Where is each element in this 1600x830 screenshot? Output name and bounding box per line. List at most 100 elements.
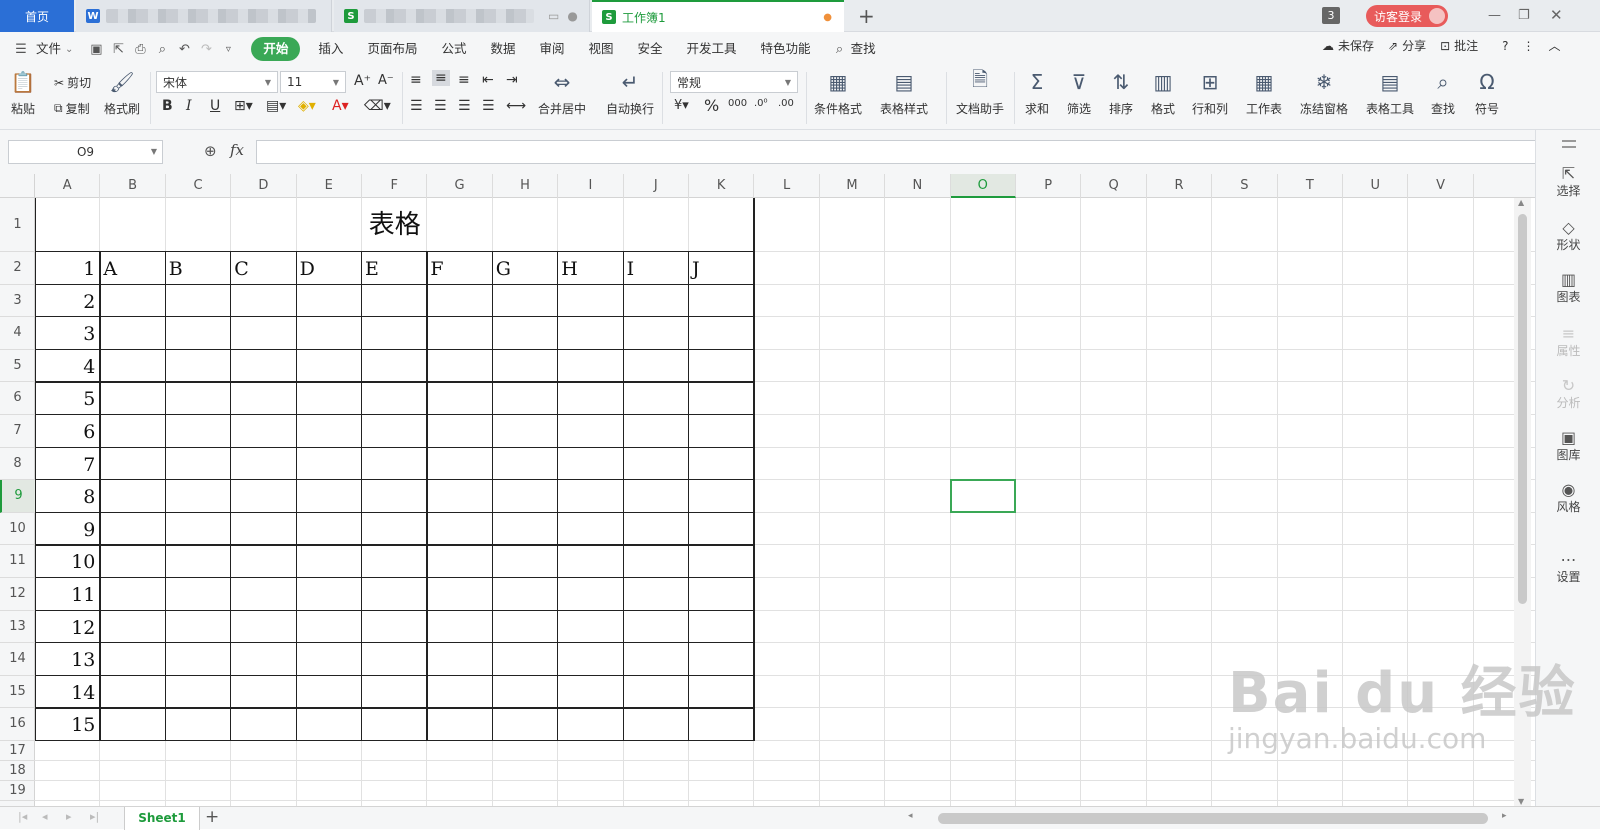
merge-center-button[interactable]: ⇔ 合并居中	[538, 70, 586, 117]
cloud-icon[interactable]: ☁	[1322, 39, 1334, 53]
collapse-ribbon-icon[interactable]: ︿	[1549, 37, 1561, 54]
column-header-P[interactable]: P	[1016, 174, 1082, 198]
conditional-format-button[interactable]: ▦ 条件格式	[814, 70, 862, 117]
scroll-left-icon[interactable]: ◂	[908, 811, 913, 821]
menu-search[interactable]: 查找	[851, 37, 876, 61]
redo-icon[interactable]: ↷	[197, 40, 215, 58]
column-header-H[interactable]: H	[493, 174, 559, 198]
number-cell[interactable]: 15	[35, 714, 95, 736]
justify-icon[interactable]: ☰	[482, 98, 495, 114]
row-header-1[interactable]: 1	[0, 198, 35, 252]
border-icon[interactable]: ⊞▾	[234, 98, 253, 114]
column-header-V[interactable]: V	[1408, 174, 1474, 198]
number-cell[interactable]: 1	[35, 258, 95, 280]
row-header-12[interactable]: 12	[0, 578, 35, 611]
row-header-13[interactable]: 13	[0, 611, 35, 644]
number-cell[interactable]: 9	[35, 519, 95, 541]
doc-assistant-button[interactable]: 🗎 文档助手	[956, 67, 1004, 117]
font-color-icon[interactable]: A▾	[332, 98, 349, 114]
row-header-6[interactable]: 6	[0, 382, 35, 415]
table-tools-button[interactable]: ▤ 表格工具	[1366, 70, 1414, 117]
hamburger-menu-icon[interactable]: ☰	[12, 40, 30, 58]
row-header-19[interactable]: 19	[0, 781, 35, 801]
new-tab-plus-icon[interactable]: +	[858, 4, 875, 28]
drag-handle-icon[interactable]	[1562, 146, 1576, 148]
number-cell[interactable]: 7	[35, 454, 95, 476]
fill-color-icon[interactable]: ◈▾	[298, 98, 316, 114]
sidebar-item-cursor[interactable]: ⇱ 选择	[1536, 164, 1600, 199]
horizontal-scroll-thumb[interactable]	[938, 813, 1488, 824]
number-cell[interactable]: 14	[35, 682, 95, 704]
export-icon[interactable]: ⇱	[109, 40, 127, 58]
indent-increase-icon[interactable]: ⇥	[506, 72, 518, 88]
number-cell[interactable]: 13	[35, 649, 95, 671]
copy-button[interactable]: ⧉ 复制	[54, 100, 90, 117]
sidebar-item-chart[interactable]: ▥ 图表	[1536, 270, 1600, 305]
column-header-R[interactable]: R	[1147, 174, 1213, 198]
header-cell[interactable]: B	[169, 258, 183, 280]
column-header-Q[interactable]: Q	[1081, 174, 1147, 198]
header-cell[interactable]: I	[627, 258, 635, 280]
tab-formulas[interactable]: 公式	[429, 37, 478, 61]
number-cell[interactable]: 11	[35, 584, 95, 606]
table-title-cell[interactable]: 表格	[35, 198, 754, 252]
tab-document-writer[interactable]: W	[76, 0, 332, 32]
row-header-4[interactable]: 4	[0, 317, 35, 350]
find-button[interactable]: ⌕ 查找	[1430, 70, 1456, 117]
restore-icon[interactable]: ❐	[1518, 8, 1530, 23]
column-header-L[interactable]: L	[754, 174, 820, 198]
increase-decimal-icon[interactable]: .0⁰	[754, 98, 768, 109]
decrease-font-icon[interactable]: A⁻	[378, 73, 394, 88]
number-cell[interactable]: 6	[35, 421, 95, 443]
distribute-icon[interactable]: ⟷	[506, 98, 526, 114]
scroll-up-icon[interactable]: ▲	[1518, 198, 1524, 207]
indent-decrease-icon[interactable]: ⇤	[482, 72, 494, 88]
sum-button[interactable]: Σ 求和	[1024, 70, 1050, 117]
tab-workbook1[interactable]: S 工作簿1 ●	[592, 0, 844, 32]
symbol-button[interactable]: Ω 符号	[1474, 70, 1500, 117]
scroll-right-icon[interactable]: ▸	[1502, 811, 1507, 821]
zoom-icon[interactable]: ⊕	[204, 142, 217, 160]
share-button[interactable]: 分享	[1402, 37, 1426, 54]
sidebar-item-shapes[interactable]: ◇ 形状	[1536, 218, 1600, 253]
row-header-17[interactable]: 17	[0, 741, 35, 761]
worksheet-button[interactable]: ▦ 工作表	[1246, 70, 1282, 117]
print-preview-icon[interactable]: ⌕	[153, 40, 171, 58]
more-vertical-icon[interactable]: ⋮	[1523, 39, 1535, 53]
tab-home[interactable]: 首页	[0, 0, 74, 32]
align-bottom-icon[interactable]: ≡	[458, 72, 470, 88]
column-header-J[interactable]: J	[624, 174, 689, 198]
row-header-7[interactable]: 7	[0, 415, 35, 448]
close-icon[interactable]: ✕	[1550, 6, 1563, 24]
tab-special-features[interactable]: 特色功能	[749, 37, 823, 61]
font-size-select[interactable]: 11 ▼	[280, 71, 346, 93]
auto-wrap-button[interactable]: ↵ 自动换行	[606, 70, 654, 117]
header-cell[interactable]: E	[365, 258, 379, 280]
tab-data[interactable]: 数据	[478, 37, 527, 61]
save-icon[interactable]: ▣	[87, 40, 105, 58]
column-header-I[interactable]: I	[558, 174, 624, 198]
number-cell[interactable]: 12	[35, 617, 95, 639]
column-header-K[interactable]: K	[689, 174, 755, 198]
tab-insert[interactable]: 插入	[306, 37, 355, 61]
number-cell[interactable]: 5	[35, 388, 95, 410]
bold-icon[interactable]: B	[162, 98, 173, 114]
decrease-decimal-icon[interactable]: .00	[778, 98, 794, 109]
fx-icon[interactable]: fx	[230, 141, 244, 159]
header-cell[interactable]: D	[300, 258, 315, 280]
row-header-10[interactable]: 10	[0, 513, 35, 546]
header-cell[interactable]: J	[692, 258, 700, 280]
column-header-E[interactable]: E	[297, 174, 362, 198]
sheet-tab[interactable]: Sheet1	[124, 807, 200, 830]
font-name-select[interactable]: 宋体 ▼	[156, 71, 278, 93]
format-button[interactable]: ▥ 格式	[1150, 70, 1176, 117]
format-painter-button[interactable]: 🖌 格式刷	[104, 70, 140, 117]
tab-page-layout[interactable]: 页面布局	[355, 37, 429, 61]
underline-icon[interactable]: U	[210, 98, 220, 114]
column-header-M[interactable]: M	[820, 174, 886, 198]
align-left-icon[interactable]: ☰	[410, 98, 423, 114]
column-header-C[interactable]: C	[166, 174, 232, 198]
thousands-icon[interactable]: 000	[728, 98, 747, 109]
drag-handle-icon[interactable]	[1562, 140, 1576, 142]
sidebar-item-sliders[interactable]: ≡ 属性	[1536, 324, 1600, 359]
